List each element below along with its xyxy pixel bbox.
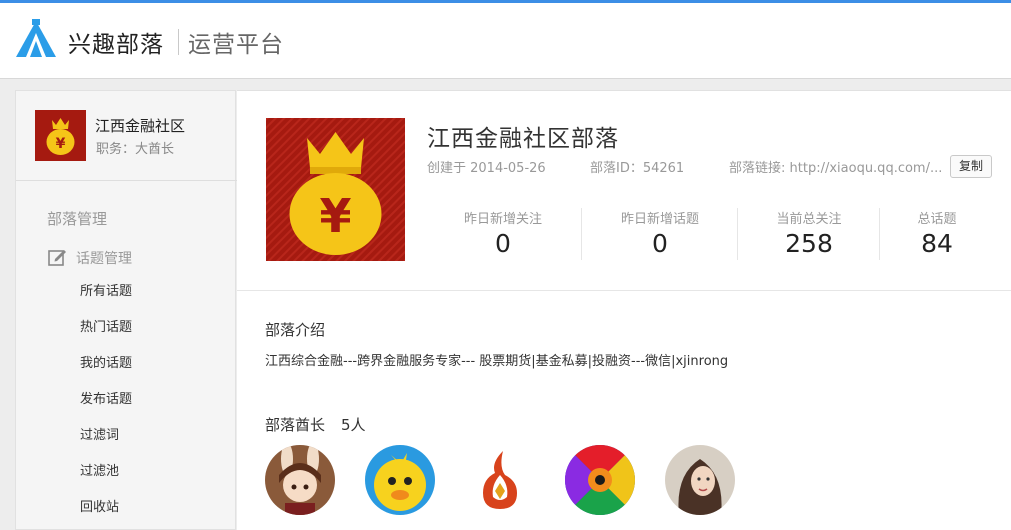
stat-new-topics: 昨日新增话题 0 xyxy=(607,208,713,258)
tribe-name: 江西金融社区 xyxy=(95,117,186,135)
chief-avatar-4[interactable] xyxy=(565,445,635,515)
stat-divider xyxy=(737,208,738,260)
brand-name[interactable]: 兴趣部落 xyxy=(68,25,164,59)
intro-title: 部落介绍 xyxy=(265,321,326,339)
stat-label: 总话题 xyxy=(917,212,957,227)
stat-value: 84 xyxy=(921,229,953,258)
tribe-link: 部落链接: http://xiaoqu.qq.com/... xyxy=(729,161,943,176)
section-divider xyxy=(237,290,1011,291)
sidebar-item-hot-topics[interactable]: 热门话题 xyxy=(80,316,132,335)
stat-total-follows: 当前总关注 258 xyxy=(763,208,855,258)
stat-total-topics: 总话题 84 xyxy=(902,208,972,258)
sidebar-divider xyxy=(16,180,237,181)
stat-value: 0 xyxy=(652,229,668,258)
stat-label: 当前总关注 xyxy=(776,212,842,227)
stat-value: 0 xyxy=(495,229,511,258)
stat-label: 昨日新增关注 xyxy=(463,212,542,227)
stat-label: 昨日新增话题 xyxy=(620,212,699,227)
sidebar-item-my-topics[interactable]: 我的话题 xyxy=(80,352,132,371)
chief-avatar-5[interactable] xyxy=(665,445,735,515)
intro-text: 江西综合金融---跨界金融服务专家--- 股票期货|基金私募|投融资---微信|… xyxy=(265,354,729,369)
sidebar: ¥ 江西金融社区 职务：大酋长 部落管理 话题管理 所有话题 热门话题 我的话题… xyxy=(15,90,237,530)
brand-divider xyxy=(178,29,179,55)
chiefs-count: 5人 xyxy=(341,416,366,434)
main-content: ¥ 江西金融社区部落 创建于 2014-05-26 部落ID：54261 部落链… xyxy=(237,90,1011,530)
sidebar-item-all-topics[interactable]: 所有话题 xyxy=(80,280,132,299)
sidebar-item-filter-pool[interactable]: 过滤池 xyxy=(80,460,119,479)
tribe-avatar-small[interactable]: ¥ xyxy=(35,110,86,161)
sidebar-group-topics[interactable]: 话题管理 xyxy=(76,248,132,268)
stat-value: 258 xyxy=(785,229,833,258)
chiefs-title: 部落酋长 xyxy=(265,416,326,434)
sidebar-item-recycle-bin[interactable]: 回收站 xyxy=(80,496,119,515)
created-date: 创建于 2014-05-26 xyxy=(427,161,546,176)
money-bag-icon: ¥ xyxy=(266,118,405,261)
chief-avatar-1[interactable] xyxy=(265,445,335,515)
copy-link-button[interactable]: 复制 xyxy=(950,155,992,178)
sidebar-item-post-topic[interactable]: 发布话题 xyxy=(80,388,132,407)
svg-text:¥: ¥ xyxy=(319,189,351,243)
user-role: 职务：大酋长 xyxy=(96,142,175,157)
sidebar-item-filter-words[interactable]: 过滤词 xyxy=(80,424,119,443)
stat-divider xyxy=(581,208,582,260)
tribe-title: 江西金融社区部落 xyxy=(427,126,619,152)
sidebar-section-title: 部落管理 xyxy=(47,210,108,228)
stat-new-follows: 昨日新增关注 0 xyxy=(450,208,556,258)
stat-divider xyxy=(879,208,880,260)
edit-icon xyxy=(48,250,66,266)
chief-avatar-2[interactable] xyxy=(365,445,435,515)
platform-name: 运营平台 xyxy=(188,32,284,58)
header: 兴趣部落 运营平台 xyxy=(0,3,1011,79)
svg-text:¥: ¥ xyxy=(56,136,66,152)
tent-icon[interactable] xyxy=(14,19,58,59)
chief-avatar-3[interactable] xyxy=(465,445,535,515)
tribe-id: 部落ID：54261 xyxy=(590,161,685,176)
